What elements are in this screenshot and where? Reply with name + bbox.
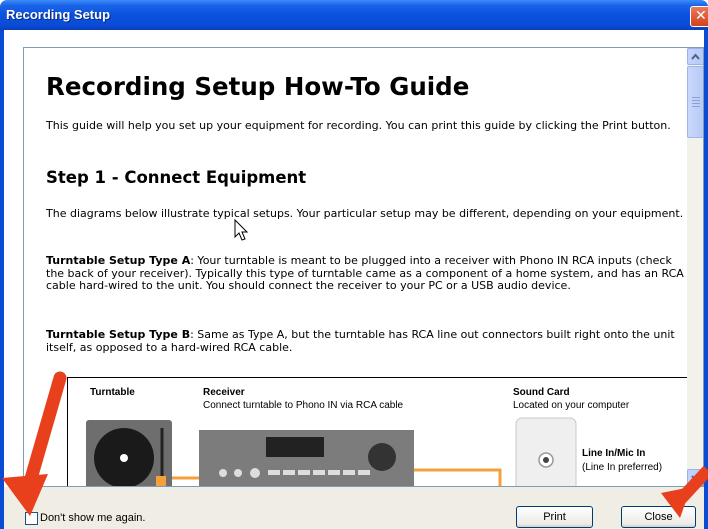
dont-show-label: Don't show me again. — [40, 512, 146, 524]
window-frame-left — [0, 30, 4, 529]
type-b-label: Turntable Setup Type B — [46, 328, 191, 341]
step1-heading: Step 1 - Connect Equipment — [46, 168, 307, 187]
dont-show-checkbox[interactable] — [25, 512, 38, 525]
soundcard-icon — [515, 417, 577, 486]
setup-diagram: Turntable Receiver Connect turntable to … — [67, 377, 688, 486]
guide-viewer[interactable]: Recording Setup How-To Guide This guide … — [23, 47, 704, 487]
diagram-graphics — [86, 417, 577, 486]
chevron-down-icon — [691, 475, 700, 482]
type-b-paragraph: Turntable Setup Type B: Same as Type A, … — [46, 328, 684, 354]
diagrams-intro: The diagrams below illustrate typical se… — [46, 207, 684, 220]
scroll-up-button[interactable] — [687, 48, 703, 65]
window-close-icon[interactable]: ✕ — [690, 6, 708, 27]
guide-intro: This guide will help you set up your equ… — [46, 119, 671, 132]
scroll-thumb[interactable] — [687, 66, 703, 138]
receiver-icon — [199, 430, 414, 486]
scroll-down-button[interactable] — [687, 469, 703, 486]
print-button[interactable]: Print — [516, 506, 593, 528]
turntable-icon — [86, 420, 172, 486]
type-a-paragraph: Turntable Setup Type A: Your turntable i… — [46, 254, 684, 293]
chevron-up-icon — [691, 53, 700, 60]
vertical-scrollbar[interactable] — [687, 48, 703, 486]
close-button[interactable]: Close — [621, 506, 696, 528]
title-bar: Recording Setup ✕ — [0, 0, 708, 30]
guide-title: Recording Setup How-To Guide — [46, 72, 470, 101]
type-a-label: Turntable Setup Type A — [46, 254, 191, 267]
window-title: Recording Setup — [6, 7, 111, 22]
line-out-cable — [414, 468, 502, 486]
window-frame-right — [704, 30, 708, 529]
